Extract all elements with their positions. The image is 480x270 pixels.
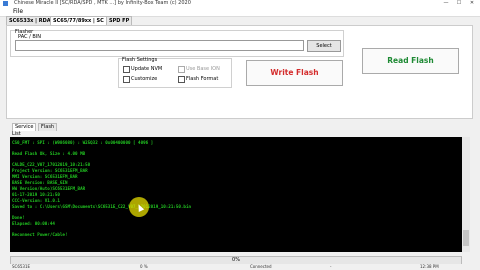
update-nvm-checkbox[interactable] (123, 66, 130, 73)
log-line: Reconnect Power/Cable! (12, 232, 68, 237)
read-flash-button[interactable]: Read Flash (362, 48, 459, 74)
write-flash-button[interactable]: Write Flash (246, 60, 343, 86)
progress-text: 0% (232, 257, 240, 263)
log-scrollbar[interactable] (462, 137, 470, 252)
use-base-ion-label: Use Base ION (186, 66, 220, 72)
tab-spd-fp[interactable]: SPD FP (106, 16, 133, 25)
menu-file[interactable]: File (13, 7, 23, 16)
select-button[interactable]: Select (307, 40, 341, 52)
update-nvm-label: Update NVM (131, 66, 163, 72)
window-title: Chinese Miracle II [SC/RDA/SPD , MTK ...… (14, 0, 191, 6)
close-button[interactable]: ✕ (466, 0, 478, 7)
status-connection: Connected (250, 264, 272, 269)
status-percent: 0 % (140, 264, 148, 269)
title-bar: Chinese Miracle II [SC/RDA/SPD , MTK ...… (0, 0, 480, 7)
maximize-button[interactable]: ☐ (453, 0, 465, 7)
tab-service[interactable]: Service (12, 123, 37, 131)
status-extra: - (330, 264, 332, 269)
status-bar: SC6531E 0 % Connected - 12:38 PM (0, 264, 480, 270)
log-line: CCC-Version: V1.0.1 (12, 198, 60, 203)
app-icon (3, 1, 8, 6)
status-time: 12:38 PM (420, 264, 439, 269)
flash-format-checkbox[interactable] (178, 76, 185, 83)
log-line: BASE Version: BASE_GIN (12, 180, 68, 185)
scrollbar-thumb[interactable] (463, 230, 469, 246)
use-base-ion-checkbox[interactable] (178, 66, 185, 73)
log-line: Elapsed: 00:00:44 (12, 221, 55, 226)
tab-sc65-77-89xx[interactable]: SC65/77/89xx | SC (50, 16, 107, 25)
log-line: HW Version/Auto)SC6531EFM_BAR (12, 186, 86, 191)
log-line: CS0_FMT : SPI : (W986080) : W25Q32 : 0x0… (12, 140, 154, 145)
log-line: Read Flash Ok, Size : 4.00 MB (12, 151, 86, 156)
log-console[interactable]: CS0_FMT : SPI : (W986080) : W25Q32 : 0x0… (10, 137, 462, 252)
customize-label: Customize (131, 76, 158, 82)
log-line: Done! (12, 215, 25, 220)
log-line: 01-17-2019 10:21:50 (12, 192, 60, 197)
tab-flash[interactable]: Flash (38, 123, 58, 131)
customize-checkbox[interactable] (123, 76, 130, 83)
log-line: MMI Version: SC6531EFM_BAR (12, 174, 78, 179)
log-line: Project Version: SC6531EFM_BAR (12, 168, 88, 173)
status-chip: SC6531E (12, 264, 31, 269)
flash-format-label: Flash Format (186, 76, 219, 82)
log-line: CALDE_C22_V07_17012019_10:21:50 (12, 162, 91, 167)
flash-settings-label: Flash Settings (122, 57, 158, 63)
pac-file-input[interactable] (15, 40, 304, 51)
minimize-button[interactable]: — (440, 0, 452, 7)
log-line: Saved to : C:\Users\GSM\Documents\SC6531… (12, 204, 191, 209)
